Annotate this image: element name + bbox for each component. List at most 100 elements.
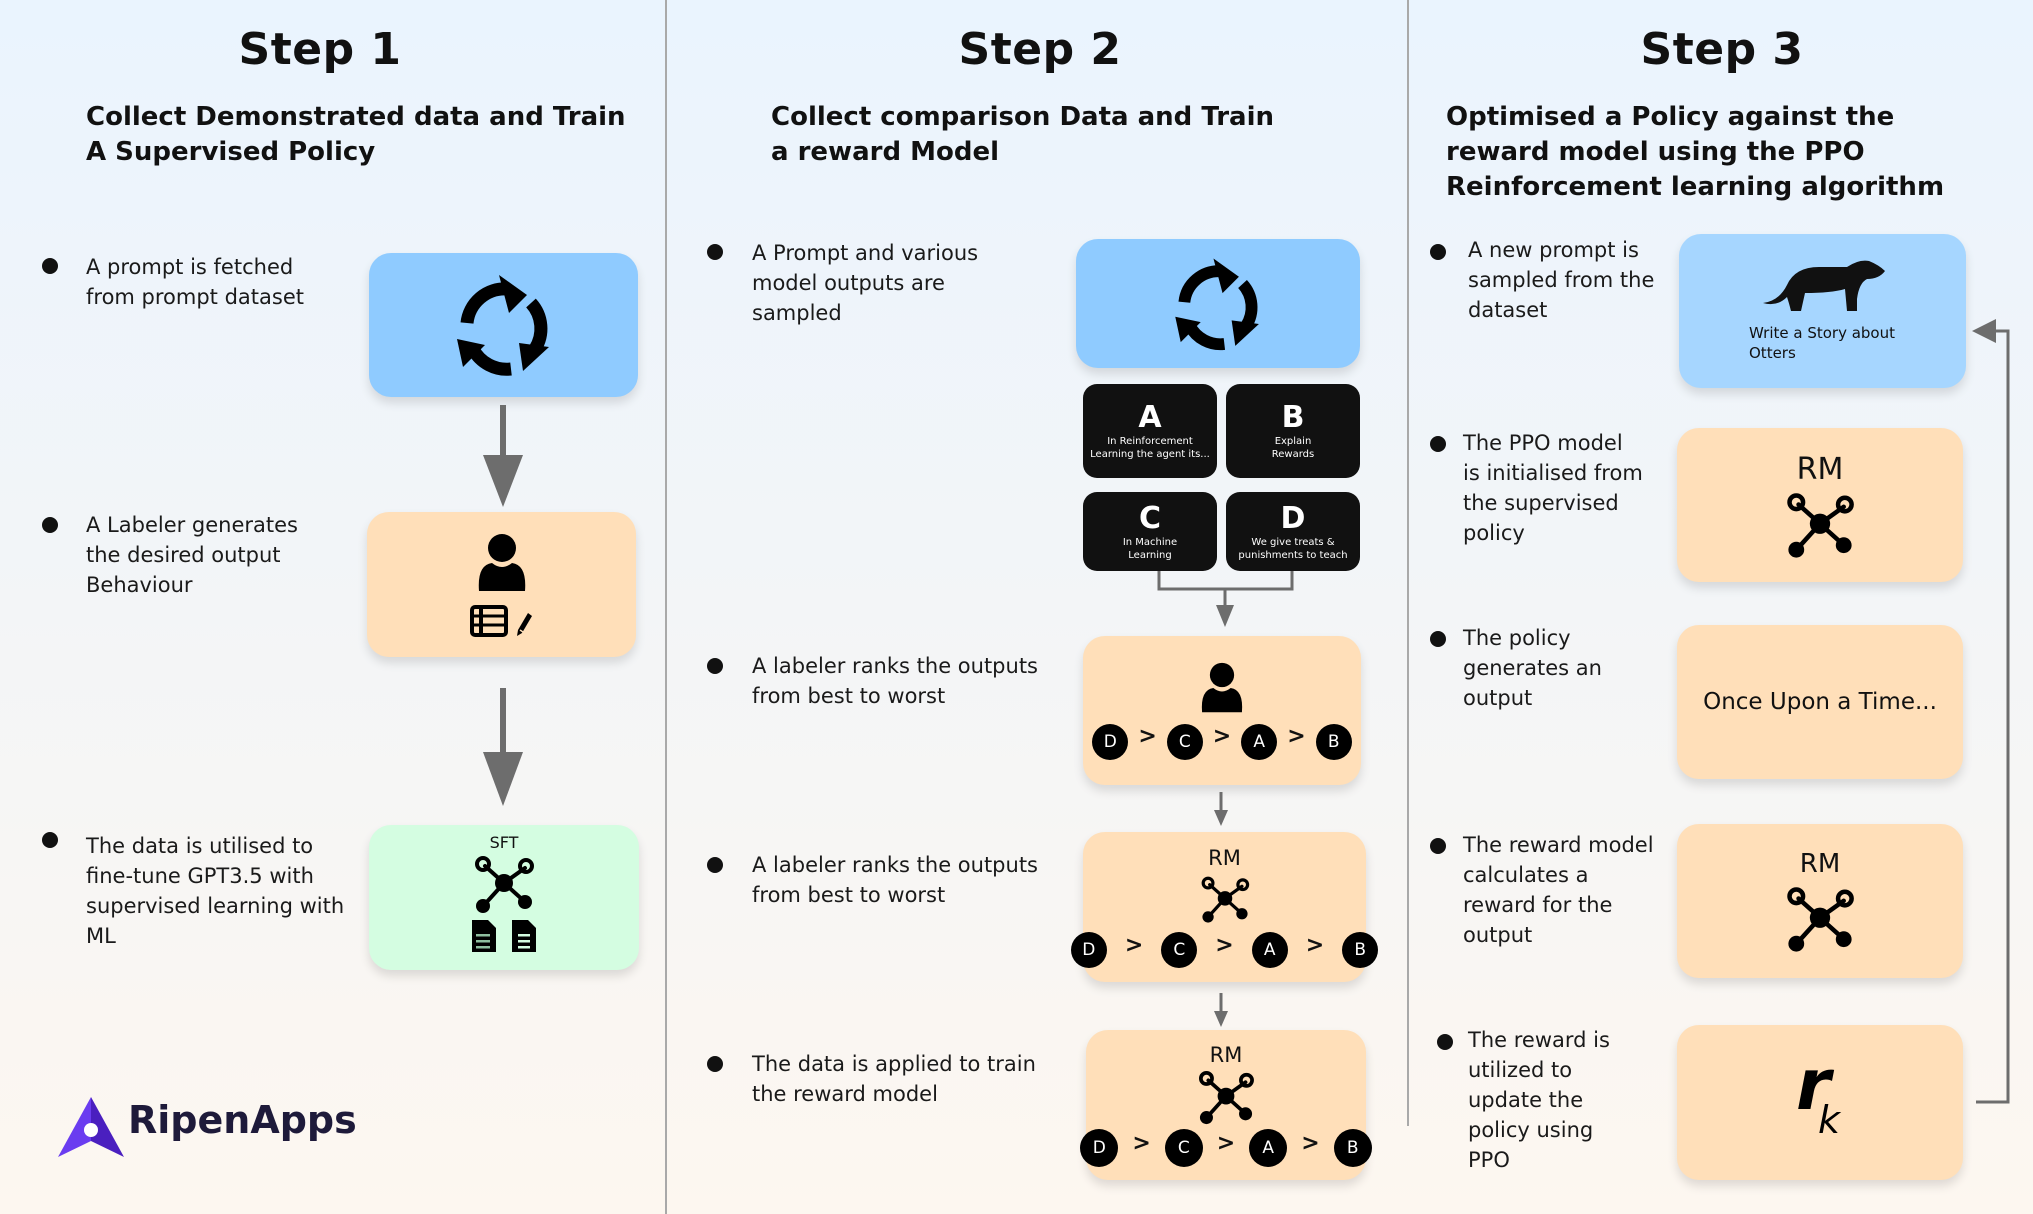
- merge-connector-arrow: [1157, 571, 1294, 627]
- rm-label: RM: [1208, 846, 1241, 870]
- column-divider-1: [665, 0, 667, 1214]
- sft-card: SFT: [369, 825, 639, 970]
- rank-item: A: [1251, 932, 1288, 968]
- flow-arrow: [1214, 993, 1228, 1027]
- step-2-bullet-4: The data is applied to train the reward …: [752, 1052, 1036, 1106]
- greater-than-icon: >: [1287, 724, 1306, 749]
- step-3-bullet-5: The reward is utilized to update the pol…: [1468, 1028, 1610, 1172]
- greater-than-icon: >: [1216, 1130, 1236, 1156]
- bullet-dot: [1430, 838, 1446, 854]
- step-2-bullet-1: A Prompt and various model outputs are s…: [752, 241, 979, 325]
- flow-arrow: [483, 688, 523, 806]
- reward-model-train-card: RM D > C > A > B: [1080, 1030, 1372, 1180]
- bullet-dot: [1430, 631, 1446, 647]
- step-3-bullet-2: The PPO model is initialised from the su…: [1463, 431, 1643, 545]
- bullet-dot: [707, 857, 723, 873]
- bullet-dot: [1430, 244, 1446, 260]
- ppo-model-card: RM: [1677, 428, 1963, 582]
- step-3-bullet-4: The reward model calculates a reward for…: [1463, 833, 1654, 947]
- rm-label: RM: [1209, 1043, 1243, 1067]
- step-2-title: Step 2: [958, 24, 1122, 75]
- ranking-row: D > C > A > B: [1092, 723, 1352, 760]
- greater-than-icon: >: [1138, 724, 1157, 749]
- rank-item: C: [1164, 1129, 1203, 1167]
- step-1-subtitle: Collect Demonstrated data and Train A Su…: [86, 102, 626, 167]
- reward-value-card: r k: [1677, 1025, 1963, 1180]
- rank-item: B: [1342, 932, 1379, 968]
- greater-than-icon: >: [1305, 932, 1325, 958]
- output-option-c[interactable]: C In Machine Learning: [1083, 492, 1217, 571]
- bullet-dot: [707, 1056, 723, 1072]
- bullet-dot: [1437, 1034, 1453, 1050]
- output-option-a[interactable]: A In Reinforcement Learning the agent it…: [1083, 384, 1217, 478]
- output-option-d[interactable]: D We give treats & punishments to teach: [1226, 492, 1360, 571]
- step-1-bullet-2: A Labeler generates the desired output B…: [86, 513, 298, 597]
- labeler-ranking-card: D > C > A > B: [1083, 636, 1361, 785]
- flow-arrow: [483, 405, 523, 507]
- ranking-row: D > C > A > B: [1070, 932, 1379, 968]
- sft-label: SFT: [489, 833, 519, 852]
- rank-item: D: [1080, 1129, 1119, 1167]
- rank-item: B: [1333, 1129, 1372, 1167]
- labeler-card: [367, 512, 636, 657]
- pencil-icon: [516, 611, 534, 637]
- step-3-bullet-1: A new prompt is sampled from the dataset: [1468, 238, 1655, 322]
- brand-name: RipenApps: [128, 1098, 357, 1142]
- rank-item: A: [1249, 1129, 1288, 1167]
- rank-item: D: [1092, 723, 1129, 760]
- step-1-bullet-3: The data is utilised to fine-tune GPT3.5…: [86, 834, 345, 948]
- rank-item: C: [1166, 723, 1203, 760]
- document-icon: [472, 920, 496, 952]
- network-icon: [1785, 492, 1855, 559]
- step-3-title: Step 3: [1640, 24, 1804, 75]
- user-icon: [477, 533, 527, 593]
- otter-icon: [1761, 259, 1885, 315]
- policy-output-card: Once Upon a Time...: [1677, 625, 1963, 779]
- flow-arrow: [1214, 792, 1228, 826]
- greater-than-icon: >: [1124, 932, 1144, 958]
- rank-item: C: [1161, 932, 1198, 968]
- recycle-icon: [449, 265, 559, 385]
- bullet-dot: [707, 244, 723, 260]
- new-prompt-card: Write a Story about Otters: [1679, 234, 1966, 388]
- reward-symbol: r k: [1796, 1043, 1841, 1142]
- table-icon: [469, 604, 508, 637]
- rank-item: B: [1315, 723, 1352, 760]
- network-icon: [1785, 887, 1855, 953]
- greater-than-icon: >: [1301, 1130, 1320, 1156]
- feedback-loop-arrow: [1972, 319, 2010, 1104]
- step-1-title: Step 1: [238, 24, 402, 75]
- reward-calc-card: RM: [1677, 824, 1963, 978]
- step-3-subtitle: Optimised a Policy against the reward mo…: [1446, 102, 1945, 202]
- ranking-row: D > C > A > B: [1080, 1129, 1372, 1167]
- rank-item: D: [1070, 932, 1107, 968]
- network-icon: [1197, 1071, 1255, 1125]
- rm-label: RM: [1799, 849, 1841, 879]
- bullet-dot: [42, 258, 58, 274]
- step-2-bullet-3: A labeler ranks the outputs from best to…: [752, 853, 1038, 907]
- greater-than-icon: >: [1132, 1130, 1151, 1156]
- greater-than-icon: >: [1215, 932, 1234, 958]
- prompt-sample-card: [1076, 239, 1360, 368]
- step-2-subtitle: Collect comparison Data and Train a rewa…: [771, 102, 1274, 167]
- bullet-dot: [707, 658, 723, 674]
- bullet-dot: [1430, 436, 1446, 452]
- column-divider-2: [1407, 0, 1409, 1126]
- rank-item: A: [1241, 723, 1278, 760]
- reward-model-ranking-card: RM D > C > A > B: [1070, 832, 1379, 982]
- network-icon: [1200, 876, 1250, 924]
- user-icon: [1200, 662, 1244, 714]
- prompt-text: Write a Story about Otters: [1749, 324, 1896, 362]
- step-3-bullet-3: The policy generates an output: [1463, 626, 1602, 710]
- bullet-dot: [42, 832, 58, 848]
- step-1-bullet-1: A prompt is fetched from prompt dataset: [86, 255, 304, 309]
- logo-icon: [58, 1097, 124, 1157]
- bullet-dot: [42, 517, 58, 533]
- output-option-b[interactable]: B Explain Rewards: [1226, 384, 1360, 478]
- greater-than-icon: >: [1212, 724, 1232, 749]
- step-2-bullet-2: A labeler ranks the outputs from best to…: [752, 654, 1038, 708]
- recycle-icon: [1168, 249, 1268, 359]
- prompt-dataset-card: [369, 253, 638, 397]
- output-text: Once Upon a Time...: [1703, 689, 1937, 715]
- network-icon: [473, 856, 535, 914]
